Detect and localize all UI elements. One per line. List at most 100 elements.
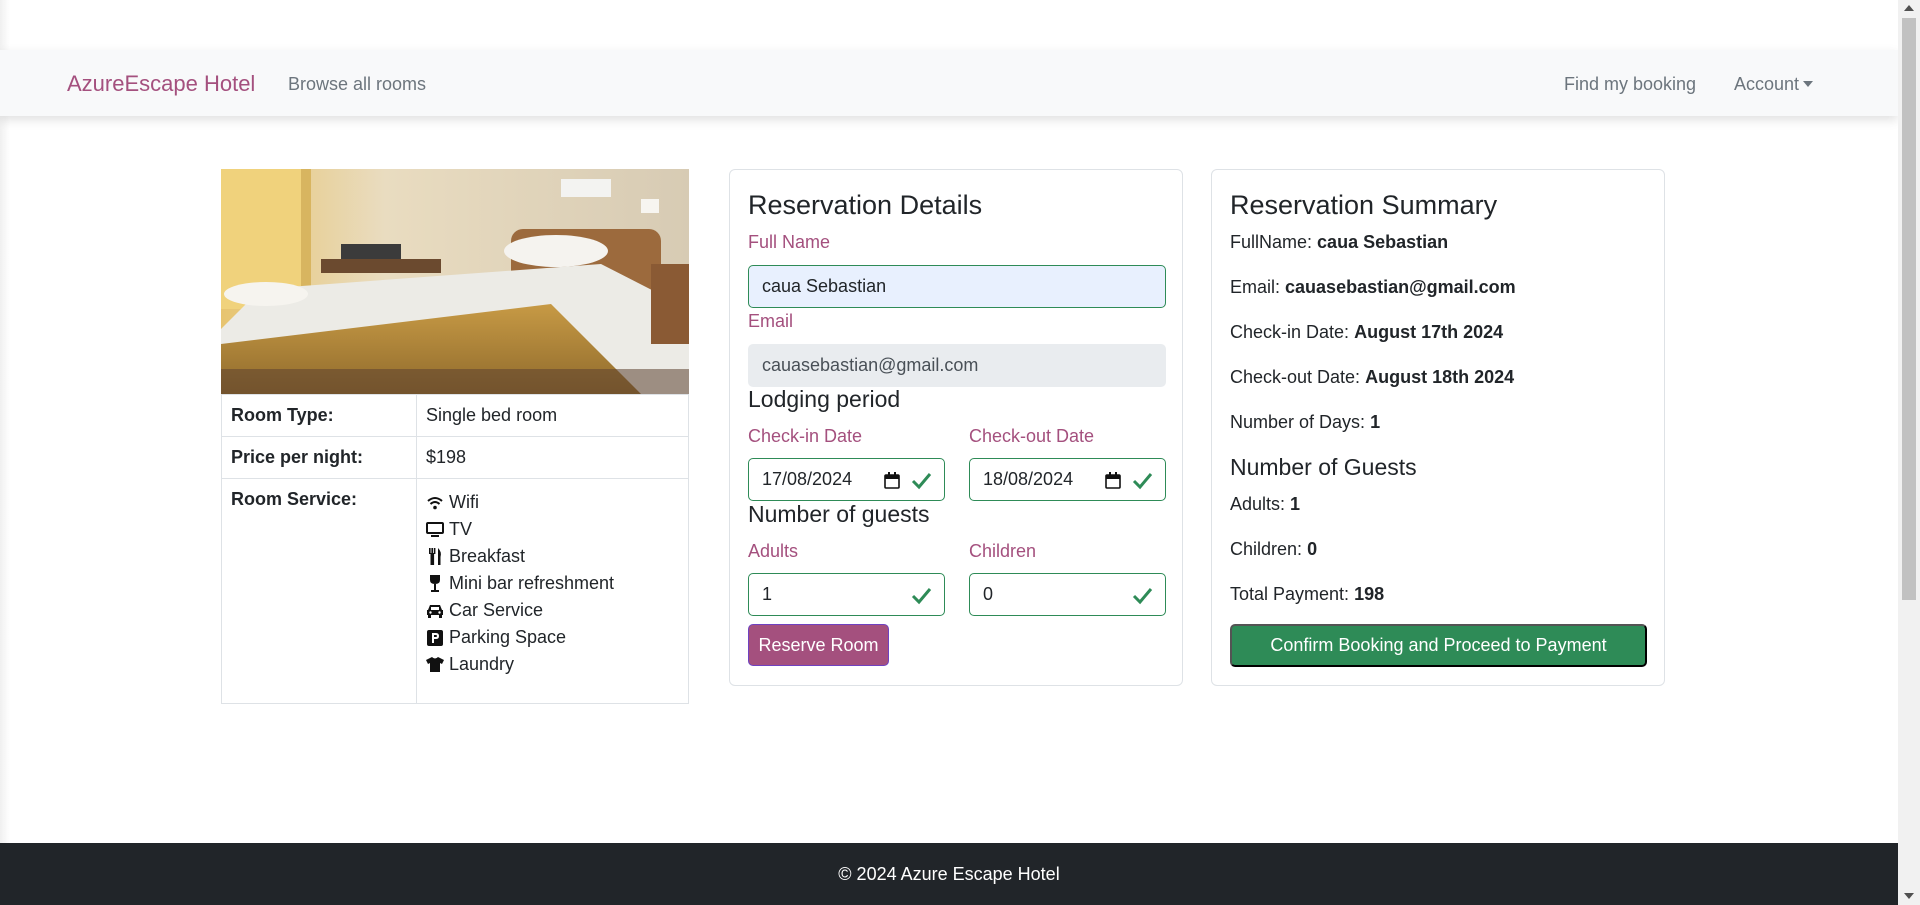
confirm-booking-button[interactable]: Confirm Booking and Proceed to Payment bbox=[1230, 624, 1647, 667]
scroll-down-icon[interactable] bbox=[1904, 893, 1914, 899]
list-item: Wifi bbox=[426, 489, 679, 516]
wifi-icon bbox=[426, 494, 444, 512]
tshirt-icon bbox=[426, 656, 444, 674]
wine-glass-icon bbox=[426, 575, 444, 593]
checkin-date-label: Check-in Date bbox=[748, 426, 863, 446]
summary-children: Children: 0 bbox=[1230, 539, 1317, 560]
summary-adults: Adults: 1 bbox=[1230, 494, 1300, 515]
lodging-period-heading: Lodging period bbox=[748, 386, 901, 412]
scrollbar-thumb[interactable] bbox=[1902, 18, 1916, 600]
calendar-icon[interactable] bbox=[884, 472, 900, 489]
nav-find-booking[interactable]: Find my booking bbox=[1564, 74, 1696, 95]
reservation-summary-card: Reservation Summary FullName: caua Sebas… bbox=[1211, 169, 1665, 686]
list-item: Mini bar refreshment bbox=[426, 570, 679, 597]
checkout-date-label: Check-out Date bbox=[969, 426, 1095, 446]
check-icon bbox=[1132, 473, 1153, 490]
summary-checkout-label: Check-out Date: bbox=[1230, 367, 1361, 387]
summary-guests-heading: Number of Guests bbox=[1230, 454, 1417, 480]
footer: © 2024 Azure Escape Hotel bbox=[0, 843, 1898, 905]
footer-copyright: © 2024 Azure Escape Hotel bbox=[838, 863, 1060, 884]
reserve-room-button[interactable]: Reserve Room bbox=[748, 624, 889, 666]
service-label: Mini bar refreshment bbox=[449, 573, 615, 593]
email-input[interactable]: cauasebastian@gmail.com bbox=[748, 344, 1166, 387]
children-value: 0 bbox=[983, 584, 994, 604]
summary-email-label: Email: bbox=[1230, 277, 1281, 297]
children-label: Children bbox=[969, 541, 1037, 561]
list-item: Breakfast bbox=[426, 543, 679, 570]
summary-days-label: Number of Days: bbox=[1230, 412, 1366, 432]
summary-adults-label: Adults: bbox=[1230, 494, 1286, 514]
vertical-scrollbar[interactable] bbox=[1898, 0, 1920, 905]
summary-days-value: 1 bbox=[1370, 412, 1381, 432]
page: AzureEscape Hotel Browse all rooms Find … bbox=[0, 0, 1898, 905]
brand-link[interactable]: AzureEscape Hotel bbox=[67, 71, 255, 97]
summary-children-label: Children: bbox=[1230, 539, 1303, 559]
table-row: Room Service: Wifi TV Breakfast Mini bar… bbox=[221, 478, 689, 704]
service-label: Laundry bbox=[449, 654, 515, 674]
chevron-down-icon bbox=[1803, 81, 1814, 87]
summary-children-value: 0 bbox=[1307, 539, 1318, 559]
summary-total: Total Payment: 198 bbox=[1230, 584, 1384, 605]
children-input[interactable]: 0 bbox=[969, 573, 1166, 616]
room-photo bbox=[221, 169, 689, 394]
navbar: AzureEscape Hotel Browse all rooms Find … bbox=[0, 50, 1898, 116]
list-item: Laundry bbox=[426, 651, 679, 678]
list-item: TV bbox=[426, 516, 679, 543]
checkout-date-value: 18/08/2024 bbox=[983, 469, 1074, 489]
check-icon bbox=[911, 588, 932, 605]
full-name-input[interactable]: caua Sebastian bbox=[748, 265, 1166, 308]
service-label: Parking Space bbox=[449, 627, 567, 647]
calendar-icon[interactable] bbox=[1105, 472, 1121, 489]
service-label: Breakfast bbox=[449, 546, 526, 566]
tv-icon bbox=[426, 521, 444, 539]
service-label: Wifi bbox=[449, 492, 479, 512]
room-service-value: Wifi TV Breakfast Mini bar refreshment C… bbox=[416, 478, 689, 704]
summary-total-value: 198 bbox=[1354, 584, 1385, 604]
adults-label: Adults bbox=[748, 541, 799, 561]
checkout-date-input[interactable]: 18/08/2024 bbox=[969, 458, 1166, 501]
checkin-date-input[interactable]: 17/08/2024 bbox=[748, 458, 945, 501]
summary-total-label: Total Payment: bbox=[1230, 584, 1350, 604]
summary-checkin: Check-in Date: August 17th 2024 bbox=[1230, 322, 1503, 343]
nav-account-dropdown[interactable]: Account bbox=[1734, 74, 1814, 95]
summary-days: Number of Days: 1 bbox=[1230, 412, 1380, 433]
summary-email: Email: cauasebastian@gmail.com bbox=[1230, 277, 1516, 298]
service-label: Car Service bbox=[449, 600, 544, 620]
parking-icon bbox=[426, 629, 444, 647]
room-service-key: Room Service: bbox=[221, 478, 417, 704]
list-item: Car Service bbox=[426, 597, 679, 624]
summary-checkin-value: August 17th 2024 bbox=[1354, 322, 1504, 342]
nav-account-label: Account bbox=[1734, 74, 1800, 94]
room-photo-illustration bbox=[221, 169, 689, 394]
room-service-list: Wifi TV Breakfast Mini bar refreshment C… bbox=[426, 489, 679, 678]
summary-checkout: Check-out Date: August 18th 2024 bbox=[1230, 367, 1514, 388]
summary-adults-value: 1 bbox=[1290, 494, 1301, 514]
adults-input[interactable]: 1 bbox=[748, 573, 945, 616]
room-type-key: Room Type: bbox=[221, 394, 417, 437]
email-label: Email bbox=[748, 311, 794, 331]
price-value: $198 bbox=[416, 436, 689, 479]
check-icon bbox=[911, 473, 932, 490]
car-icon bbox=[426, 602, 444, 620]
summary-checkout-value: August 18th 2024 bbox=[1365, 367, 1515, 387]
service-label: TV bbox=[449, 519, 473, 539]
summary-fullname-label: FullName: bbox=[1230, 232, 1313, 252]
scroll-up-icon[interactable] bbox=[1904, 5, 1914, 11]
summary-checkin-label: Check-in Date: bbox=[1230, 322, 1350, 342]
summary-fullname: FullName: caua Sebastian bbox=[1230, 232, 1448, 253]
reservation-details-card: Reservation Details Full Name caua Sebas… bbox=[729, 169, 1183, 686]
nav-browse-rooms[interactable]: Browse all rooms bbox=[288, 74, 426, 95]
summary-fullname-value: caua Sebastian bbox=[1317, 232, 1449, 252]
check-icon bbox=[1132, 588, 1153, 605]
table-row: Price per night: $198 bbox=[221, 436, 689, 479]
number-of-guests-heading: Number of guests bbox=[748, 501, 930, 527]
full-name-label: Full Name bbox=[748, 232, 831, 252]
utensils-icon bbox=[426, 548, 444, 566]
reservation-summary-title: Reservation Summary bbox=[1230, 190, 1498, 220]
adults-value: 1 bbox=[762, 584, 773, 604]
room-details-table: Room Type: Single bed room Price per nig… bbox=[221, 394, 689, 704]
page-edge-shadow bbox=[0, 0, 10, 843]
room-type-value: Single bed room bbox=[416, 394, 689, 437]
price-key: Price per night: bbox=[221, 436, 417, 479]
summary-email-value: cauasebastian@gmail.com bbox=[1285, 277, 1516, 297]
